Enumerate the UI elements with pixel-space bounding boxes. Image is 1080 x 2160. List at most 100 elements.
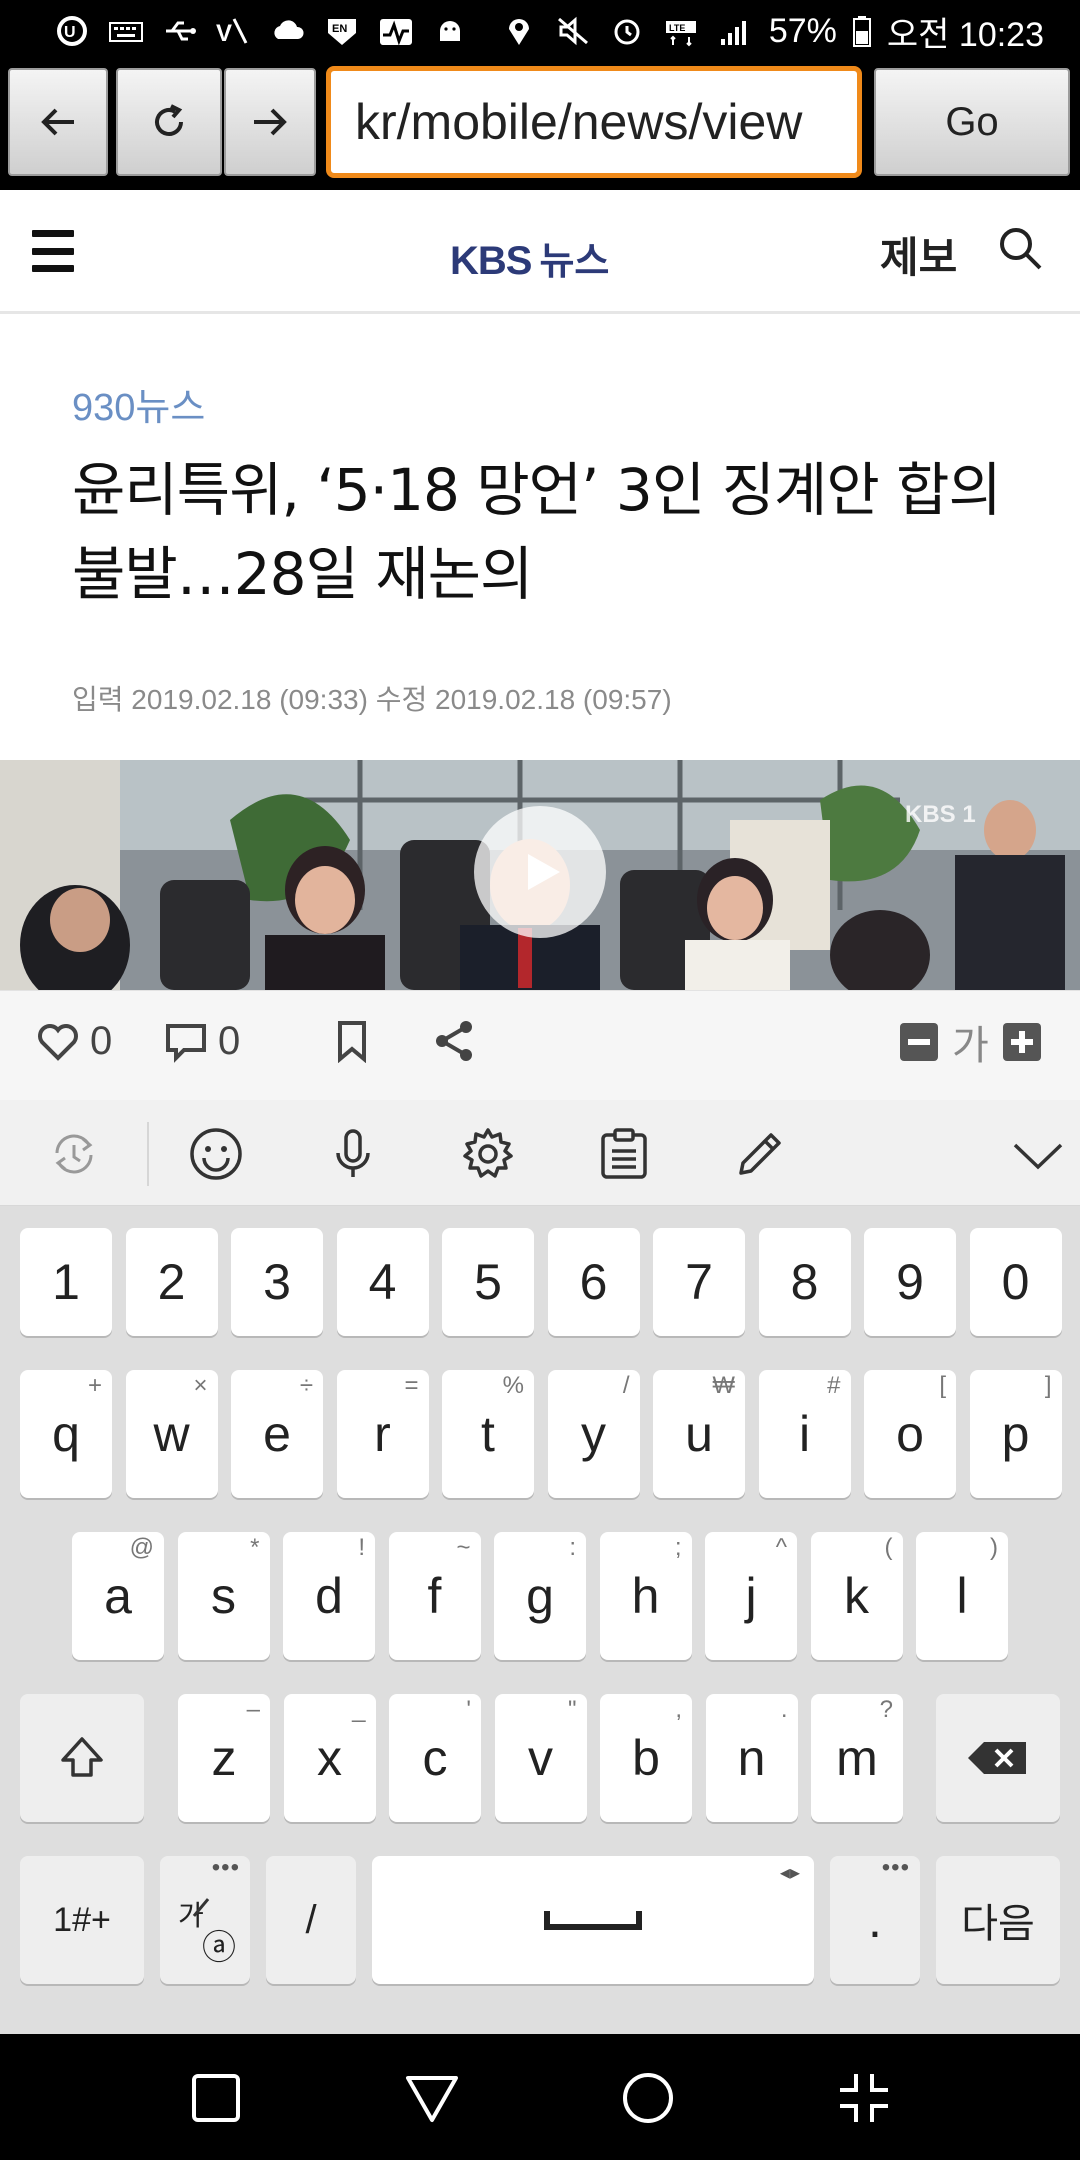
keyboard-settings-button[interactable] — [458, 1124, 518, 1184]
key-c[interactable]: c ' — [389, 1694, 481, 1822]
key-r[interactable]: r = — [336, 1370, 429, 1498]
key-g[interactable]: g: — [494, 1532, 586, 1660]
en-badge-icon: EN — [322, 14, 362, 48]
key-k[interactable]: k( — [810, 1532, 903, 1660]
share-button[interactable] — [432, 1019, 476, 1063]
key-e[interactable]: e ÷ — [231, 1370, 323, 1498]
key-s[interactable]: s * — [177, 1532, 270, 1660]
search-icon[interactable] — [996, 224, 1044, 272]
key-2[interactable]: 2 — [125, 1228, 218, 1336]
key-x[interactable]: x _ — [283, 1694, 376, 1822]
key-4[interactable]: 4 — [336, 1228, 429, 1336]
key-1[interactable]: 1 — [20, 1228, 112, 1336]
video-play-button[interactable] — [474, 806, 606, 938]
status-notification-icons: U V EN — [52, 14, 470, 48]
key-b-label: b — [632, 1730, 660, 1786]
clipboard-button[interactable] — [594, 1124, 654, 1184]
key-3[interactable]: 3 — [231, 1228, 323, 1336]
key-q[interactable]: q + — [20, 1370, 112, 1498]
key-t[interactable]: t% — [442, 1370, 534, 1498]
key-u-label: u — [685, 1406, 713, 1462]
space-key[interactable]: ◂▸ — [372, 1856, 814, 1984]
shift-key[interactable] — [20, 1694, 144, 1822]
key-w-hint: × — [193, 1372, 208, 1399]
key-i[interactable]: i # — [758, 1370, 851, 1498]
key-h[interactable]: h; — [599, 1532, 692, 1660]
arrow-left-icon — [41, 108, 74, 136]
home-icon[interactable] — [620, 2070, 676, 2126]
next-key[interactable]: 다음 — [936, 1856, 1060, 1984]
symbols-key[interactable]: 1#+ — [20, 1856, 144, 1984]
hide-keyboard-button[interactable] — [1008, 1124, 1068, 1184]
bookmark-button[interactable] — [330, 1019, 374, 1063]
key-d[interactable]: d! — [283, 1532, 375, 1660]
key-h-hint: ; — [674, 1534, 682, 1561]
emoji-button[interactable] — [186, 1124, 246, 1184]
key-9-label: 9 — [896, 1254, 924, 1310]
font-decrease-button[interactable] — [900, 1023, 938, 1061]
sync-icon — [55, 1134, 93, 1174]
backspace-key[interactable] — [936, 1694, 1060, 1822]
key-b[interactable]: b, — [600, 1694, 692, 1822]
key-7[interactable]: 7 — [653, 1228, 745, 1336]
key-n[interactable]: n. — [705, 1694, 798, 1822]
key-r-label: r — [374, 1406, 391, 1462]
play-icon — [528, 854, 560, 890]
key-5[interactable]: 5 — [442, 1228, 534, 1336]
back-triangle-icon[interactable] — [404, 2070, 460, 2126]
key-p[interactable]: p] — [969, 1370, 1062, 1498]
key-a[interactable]: a @ — [72, 1532, 164, 1660]
key-o-label: o — [896, 1406, 924, 1462]
section-label[interactable]: 930뉴스 — [72, 376, 205, 431]
key-z-hint: – — [246, 1696, 260, 1723]
symbols-key-label: 1#+ — [53, 1900, 111, 1939]
toolbar-divider — [147, 1122, 149, 1186]
key-o[interactable]: o[ — [864, 1370, 956, 1498]
font-size-label: 가 — [952, 1023, 989, 1069]
exit-fullscreen-icon[interactable] — [836, 2070, 892, 2126]
comment-count: 0 — [218, 1019, 241, 1063]
key-v[interactable]: v " — [494, 1694, 587, 1822]
forward-button[interactable] — [224, 68, 316, 176]
key-f[interactable]: f ~ — [388, 1532, 481, 1660]
key-u[interactable]: u ₩ — [653, 1370, 745, 1498]
url-input[interactable]: kr/mobile/news/view — [326, 66, 862, 178]
translate-button[interactable] — [44, 1124, 104, 1184]
key-l[interactable]: l) — [916, 1532, 1008, 1660]
menu-icon[interactable] — [32, 230, 74, 272]
kbs-news-logo[interactable]: KBS 뉴스 — [450, 230, 609, 285]
key-z[interactable]: z – — [178, 1694, 270, 1822]
share-icon — [436, 1021, 472, 1061]
report-link[interactable]: 제보 — [880, 224, 957, 285]
key-7-label: 7 — [685, 1254, 713, 1310]
handwriting-button[interactable] — [730, 1124, 790, 1184]
go-button[interactable]: Go — [874, 68, 1070, 176]
mute-icon — [553, 14, 593, 48]
key-j[interactable]: j ^ — [705, 1532, 797, 1660]
article-action-bar: 0 0 가 — [0, 990, 1080, 1100]
key-0[interactable]: 0 — [969, 1228, 1062, 1336]
key-y[interactable]: y / — [547, 1370, 640, 1498]
back-button[interactable] — [8, 68, 108, 176]
reload-button[interactable] — [116, 68, 222, 176]
key-8[interactable]: 8 — [758, 1228, 851, 1336]
browser-toolbar: kr/mobile/news/view Go — [0, 62, 1080, 190]
like-button[interactable]: 0 — [36, 1019, 112, 1064]
key-c-label: c — [422, 1730, 448, 1786]
recents-icon[interactable] — [188, 2070, 244, 2126]
key-v-label: v — [528, 1730, 553, 1786]
comment-button[interactable]: 0 — [164, 1019, 240, 1064]
period-key[interactable]: . ••• — [830, 1854, 920, 1984]
key-w[interactable]: w × — [125, 1370, 218, 1498]
language-key[interactable]: ••• 가 ⓐ — [160, 1854, 250, 1984]
key-9[interactable]: 9 — [864, 1228, 956, 1336]
key-r-hint: = — [404, 1372, 419, 1399]
slash-key[interactable]: / — [266, 1856, 356, 1984]
font-increase-button[interactable] — [1002, 1023, 1041, 1061]
key-6[interactable]: 6 — [547, 1228, 640, 1336]
key-o-hint: [ — [939, 1372, 946, 1399]
key-d-hint: ! — [358, 1534, 365, 1561]
android-icon — [430, 14, 470, 48]
key-m[interactable]: m? — [811, 1694, 903, 1822]
voice-input-button[interactable] — [323, 1124, 383, 1184]
